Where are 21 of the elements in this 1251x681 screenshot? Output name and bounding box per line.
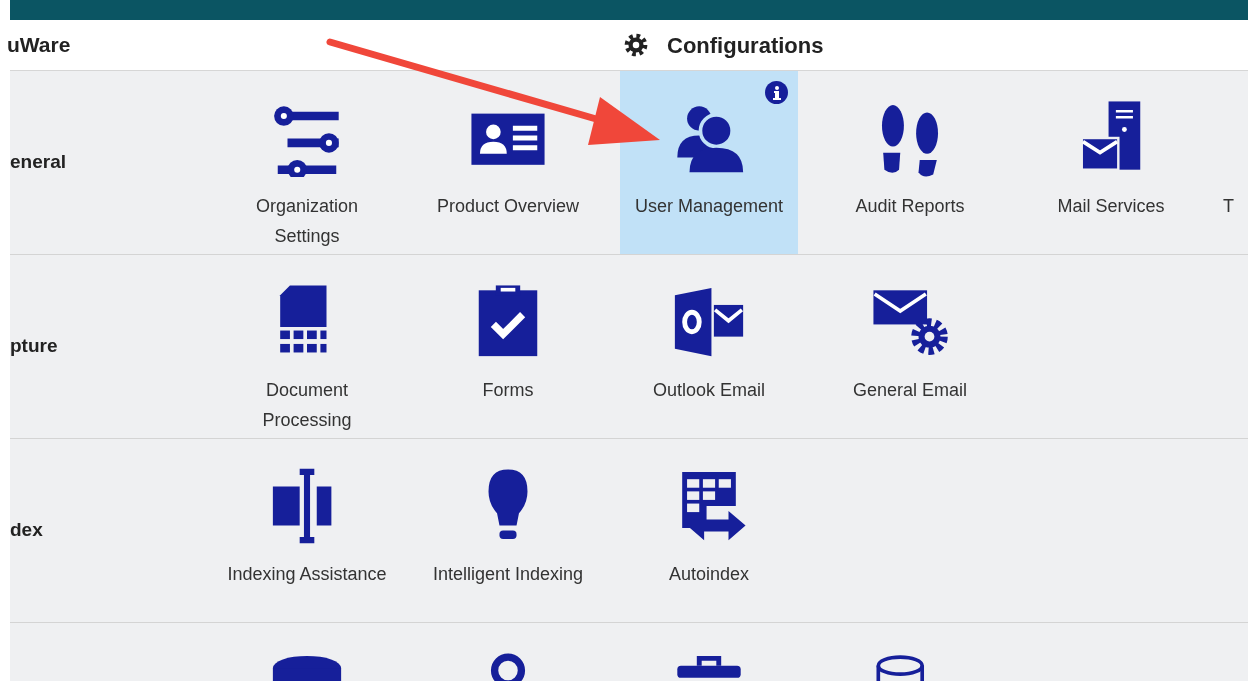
tile-label: Product Overview bbox=[436, 195, 580, 218]
settings-icon bbox=[623, 32, 649, 58]
tile-label: T bbox=[1223, 195, 1234, 218]
tile-label: Indexing Assistance bbox=[227, 563, 387, 586]
config-tile[interactable]: User Management bbox=[620, 71, 798, 254]
section-label: dex bbox=[10, 518, 43, 543]
page-title: Configurations bbox=[667, 31, 824, 60]
tile-label: Forms bbox=[482, 379, 534, 402]
tile-label: General Email bbox=[852, 379, 967, 402]
section-label: pture bbox=[10, 334, 58, 359]
tile-label: Intelligent Indexing bbox=[432, 563, 584, 586]
tile-label: Organization Settings bbox=[254, 195, 360, 248]
section-label: eneral bbox=[10, 150, 66, 175]
info-icon[interactable] bbox=[765, 81, 788, 104]
app-name: uWare bbox=[7, 32, 72, 59]
tile-label: Audit Reports bbox=[855, 195, 965, 218]
tile-label: Autoindex bbox=[668, 563, 750, 586]
tile-label: Document Processing bbox=[261, 379, 353, 432]
tile-label: User Management bbox=[634, 195, 784, 218]
tile-label: Mail Services bbox=[1057, 195, 1165, 218]
tile-label: Outlook Email bbox=[652, 379, 765, 402]
